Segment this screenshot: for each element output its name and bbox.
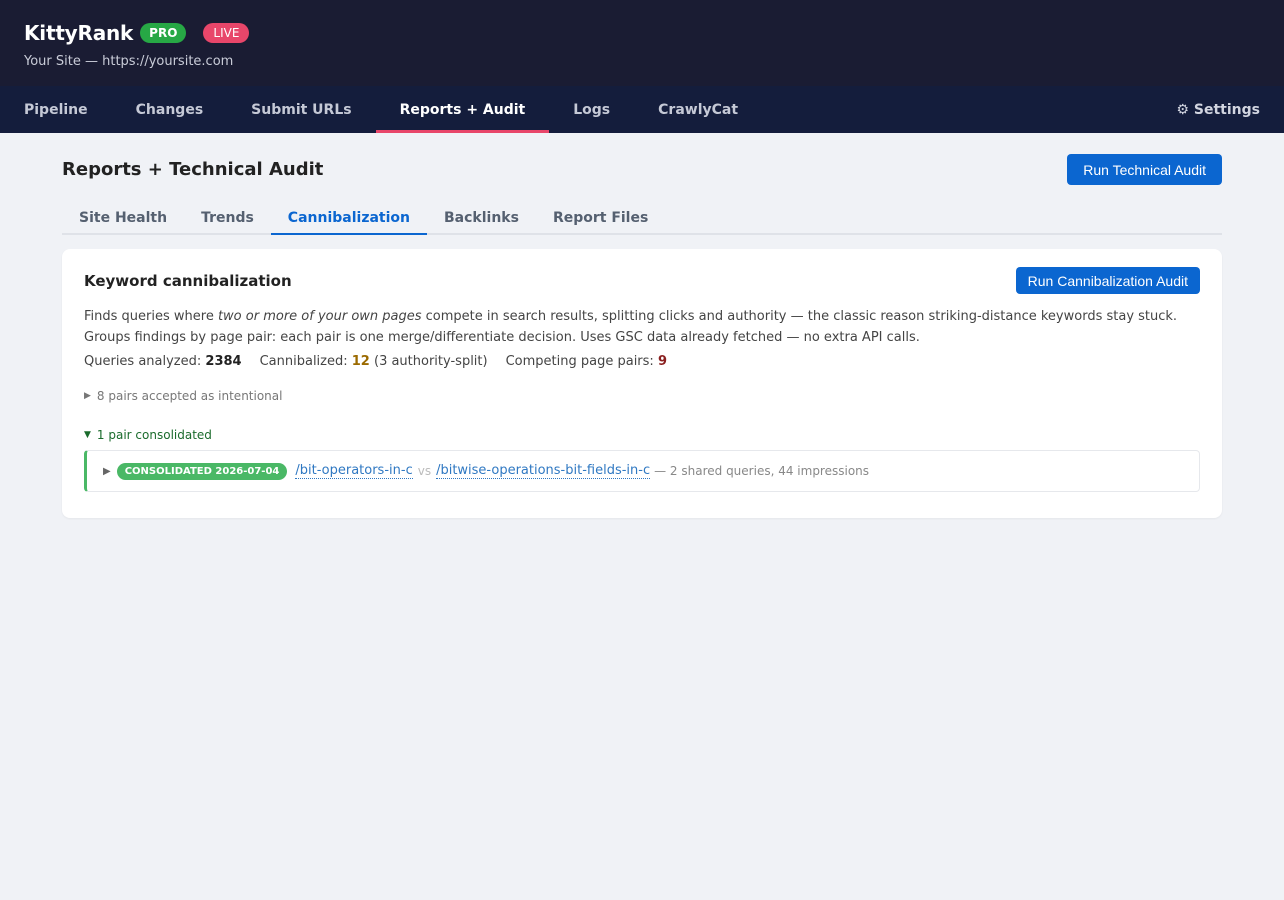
nav-item-changes[interactable]: Changes <box>112 86 228 133</box>
consolidated-pairs-label: 1 pair consolidated <box>96 428 212 442</box>
run-technical-audit-button[interactable]: Run Technical Audit <box>1067 154 1222 185</box>
vs-separator: vs <box>417 464 432 478</box>
title-row: Reports + Technical Audit Run Technical … <box>62 154 1222 185</box>
stat-cannibalized: Cannibalized: 12 (3 authority-split) <box>260 354 488 369</box>
stats-row: Queries analyzed: 2384 Cannibalized: 12 … <box>84 354 1200 369</box>
nav-item-submit-urls[interactable]: Submit URLs <box>227 86 375 133</box>
expand-caret-icon[interactable]: ▶ <box>103 466 111 477</box>
stat-pairs: Competing page pairs: 9 <box>506 354 667 369</box>
stat-pairs-value: 9 <box>657 354 667 369</box>
nav-item-reports-audit[interactable]: Reports + Audit <box>375 86 550 133</box>
nav-item-crawlycat[interactable]: CrawlyCat <box>634 86 762 133</box>
brand-row: KittyRank PRO LIVE <box>24 20 1260 46</box>
tab-backlinks[interactable]: Backlinks <box>427 202 536 233</box>
page-title: Reports + Technical Audit <box>62 159 324 180</box>
tab-cannibalization[interactable]: Cannibalization <box>270 202 428 235</box>
settings-label: Settings <box>1193 101 1260 118</box>
gear-icon: ⚙ <box>1176 101 1189 118</box>
path-b-link[interactable]: /bitwise-operations-bit-fields-in-c <box>436 463 651 479</box>
pro-badge: PRO <box>140 23 187 43</box>
list-item: ▶ CONSOLIDATED 2026-07-04 /bit-operators… <box>84 450 1200 492</box>
card-title: Keyword cannibalization <box>84 271 292 290</box>
tab-trends[interactable]: Trends <box>184 202 271 233</box>
consolidated-pairs-toggle[interactable]: ▼ 1 pair consolidated <box>84 428 1200 442</box>
stat-queries: Queries analyzed: 2384 <box>84 354 242 369</box>
pair-meta: — 2 shared queries, 44 impressions <box>654 464 870 478</box>
card-description: Finds queries where two or more of your … <box>84 306 1200 348</box>
intentional-pairs-label: 8 pairs accepted as intentional <box>96 389 283 403</box>
cannibalization-card: Keyword cannibalization Run Cannibalizat… <box>62 249 1222 518</box>
stat-queries-label: Queries analyzed: <box>84 354 206 369</box>
brand-name: KittyRank <box>24 21 134 45</box>
site-line: Your Site — https://yoursite.com <box>24 54 234 69</box>
settings-button[interactable]: ⚙ Settings <box>1176 86 1284 133</box>
status-badge: CONSOLIDATED 2026-07-04 <box>116 462 288 480</box>
stat-pairs-label: Competing page pairs: <box>505 354 658 369</box>
nav-item-pipeline[interactable]: Pipeline <box>0 86 112 133</box>
subtabs: Site Health Trends Cannibalization Backl… <box>62 202 1222 235</box>
tab-site-health[interactable]: Site Health <box>62 202 184 233</box>
caret-right-icon: ▶ <box>84 391 91 401</box>
stat-cannibalized-label: Cannibalized: <box>259 354 352 369</box>
card-header: Keyword cannibalization Run Cannibalizat… <box>84 267 1200 294</box>
main-content: Reports + Technical Audit Run Technical … <box>0 133 1284 518</box>
intentional-pairs-toggle[interactable]: ▶ 8 pairs accepted as intentional <box>84 389 1200 403</box>
path-a-link[interactable]: /bit-operators-in-c <box>295 463 413 479</box>
app-header: KittyRank PRO LIVE Your Site — https://y… <box>0 0 1284 86</box>
run-cannibalization-audit-button[interactable]: Run Cannibalization Audit <box>1015 267 1200 294</box>
live-badge: LIVE <box>203 23 250 43</box>
desc-pre: Finds queries where <box>84 309 218 324</box>
main-nav: Pipeline Changes Submit URLs Reports + A… <box>0 86 1284 133</box>
tab-report-files[interactable]: Report Files <box>536 202 665 233</box>
nav-item-logs[interactable]: Logs <box>549 86 634 133</box>
stat-cannibalized-value: 12 <box>351 354 370 369</box>
caret-down-icon: ▼ <box>84 430 91 440</box>
stat-queries-value: 2384 <box>205 354 242 369</box>
stat-cannibalized-note: (3 authority-split) <box>369 354 488 369</box>
desc-emphasis: two or more of your own pages <box>217 309 422 324</box>
